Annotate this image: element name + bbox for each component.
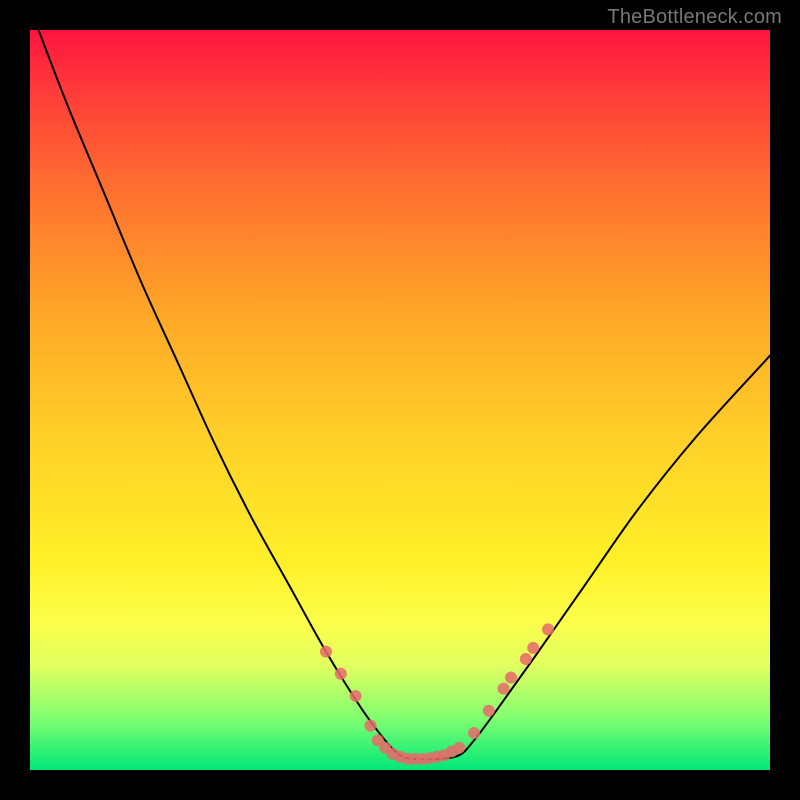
marker-dot [505,672,517,684]
marker-dot [335,668,347,680]
marker-dot [453,742,465,754]
marker-dot [520,653,532,665]
marker-dot [350,690,362,702]
marker-dot [468,727,480,739]
bottleneck-curve [30,30,770,759]
plot-svg [30,30,770,770]
marker-dot [527,642,539,654]
marker-dot [498,683,510,695]
marker-dot [320,646,332,658]
marker-dot [542,623,554,635]
watermark-text: TheBottleneck.com [607,6,782,29]
marker-dot [364,720,376,732]
marker-dot [483,705,495,717]
marker-dots-group [320,623,554,765]
